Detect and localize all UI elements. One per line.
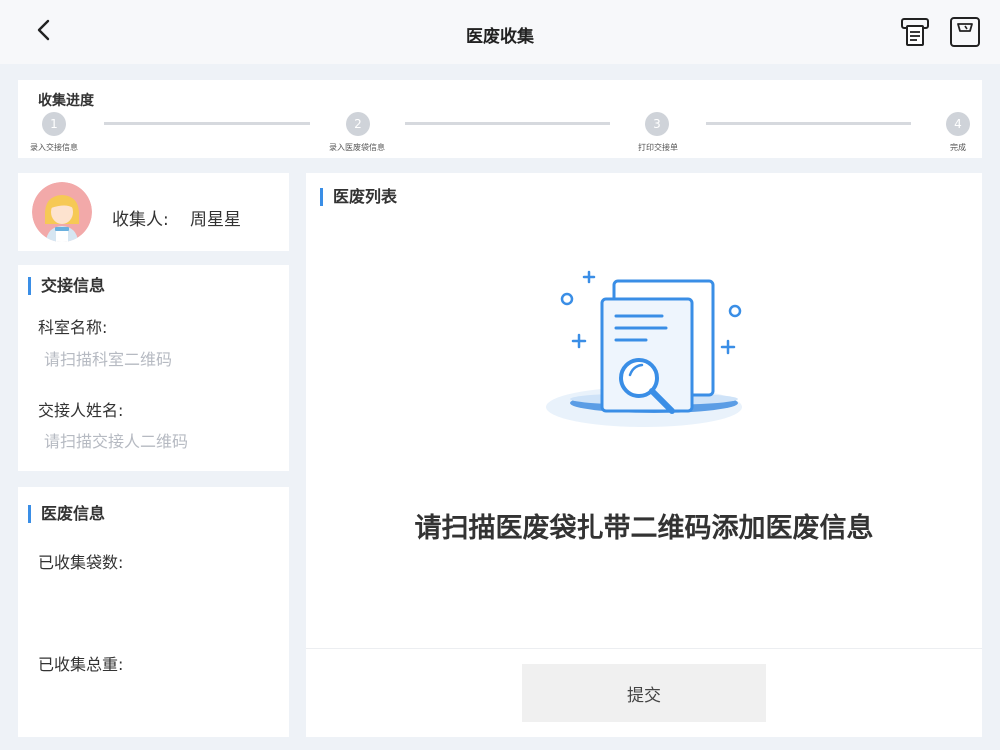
empty-list-message: 请扫描医废袋扎带二维码添加医废信息 bbox=[414, 513, 874, 544]
handover-section-title: 交接信息 bbox=[28, 277, 105, 295]
step-3-indicator: 3 bbox=[645, 112, 669, 136]
waste-list-title: 医废列表 bbox=[320, 188, 397, 206]
step-2-label: 录入医废袋信息 bbox=[329, 143, 385, 152]
collector-card: 收集人: 周星星 bbox=[18, 173, 289, 251]
progress-card: 收集进度 1 录入交接信息 2 录入医废袋信息 3 打印交接单 4 完成 bbox=[18, 80, 982, 158]
progress-title: 收集进度 bbox=[38, 93, 94, 109]
handover-info-card: 交接信息 科室名称: 请扫描科室二维码 交接人姓名: 请扫描交接人二维码 bbox=[18, 265, 289, 471]
print-button[interactable] bbox=[899, 15, 933, 49]
waste-info-card: 医废信息 已收集袋数: 已收集总重: bbox=[18, 487, 289, 737]
collector-name: 周星星 bbox=[190, 210, 241, 230]
scale-icon bbox=[950, 17, 980, 47]
step-4-indicator: 4 bbox=[946, 112, 970, 136]
scale-button[interactable] bbox=[948, 15, 982, 49]
step-4-label: 完成 bbox=[950, 143, 966, 152]
submit-button[interactable]: 提交 bbox=[522, 664, 766, 722]
collected-bags-label: 已收集袋数: bbox=[38, 553, 124, 572]
collector-label: 收集人: bbox=[112, 210, 169, 230]
handover-person-label: 交接人姓名: bbox=[38, 401, 124, 420]
waste-list-card: 医废列表 请扫描医废袋扎带二维码添加医废信息 提交 bbox=[306, 173, 982, 737]
step-2-indicator: 2 bbox=[346, 112, 370, 136]
waste-info-section-title: 医废信息 bbox=[28, 505, 105, 523]
step-connector bbox=[104, 122, 310, 125]
step-1-label: 录入交接信息 bbox=[30, 143, 78, 152]
step-1-indicator: 1 bbox=[42, 112, 66, 136]
collected-weight-label: 已收集总重: bbox=[38, 655, 124, 674]
top-bar: 医废收集 bbox=[0, 0, 1000, 64]
printer-icon bbox=[901, 18, 929, 46]
step-connector bbox=[706, 122, 911, 125]
page-title: 医废收集 bbox=[466, 27, 534, 47]
step-connector bbox=[405, 122, 610, 125]
avatar bbox=[32, 182, 92, 242]
step-3-label: 打印交接单 bbox=[638, 143, 678, 152]
department-scan-field[interactable]: 请扫描科室二维码 bbox=[44, 346, 172, 370]
empty-list-icon bbox=[546, 270, 742, 427]
handover-person-scan-field[interactable]: 请扫描交接人二维码 bbox=[44, 428, 188, 452]
department-label: 科室名称: bbox=[38, 318, 108, 337]
list-divider bbox=[306, 648, 982, 649]
